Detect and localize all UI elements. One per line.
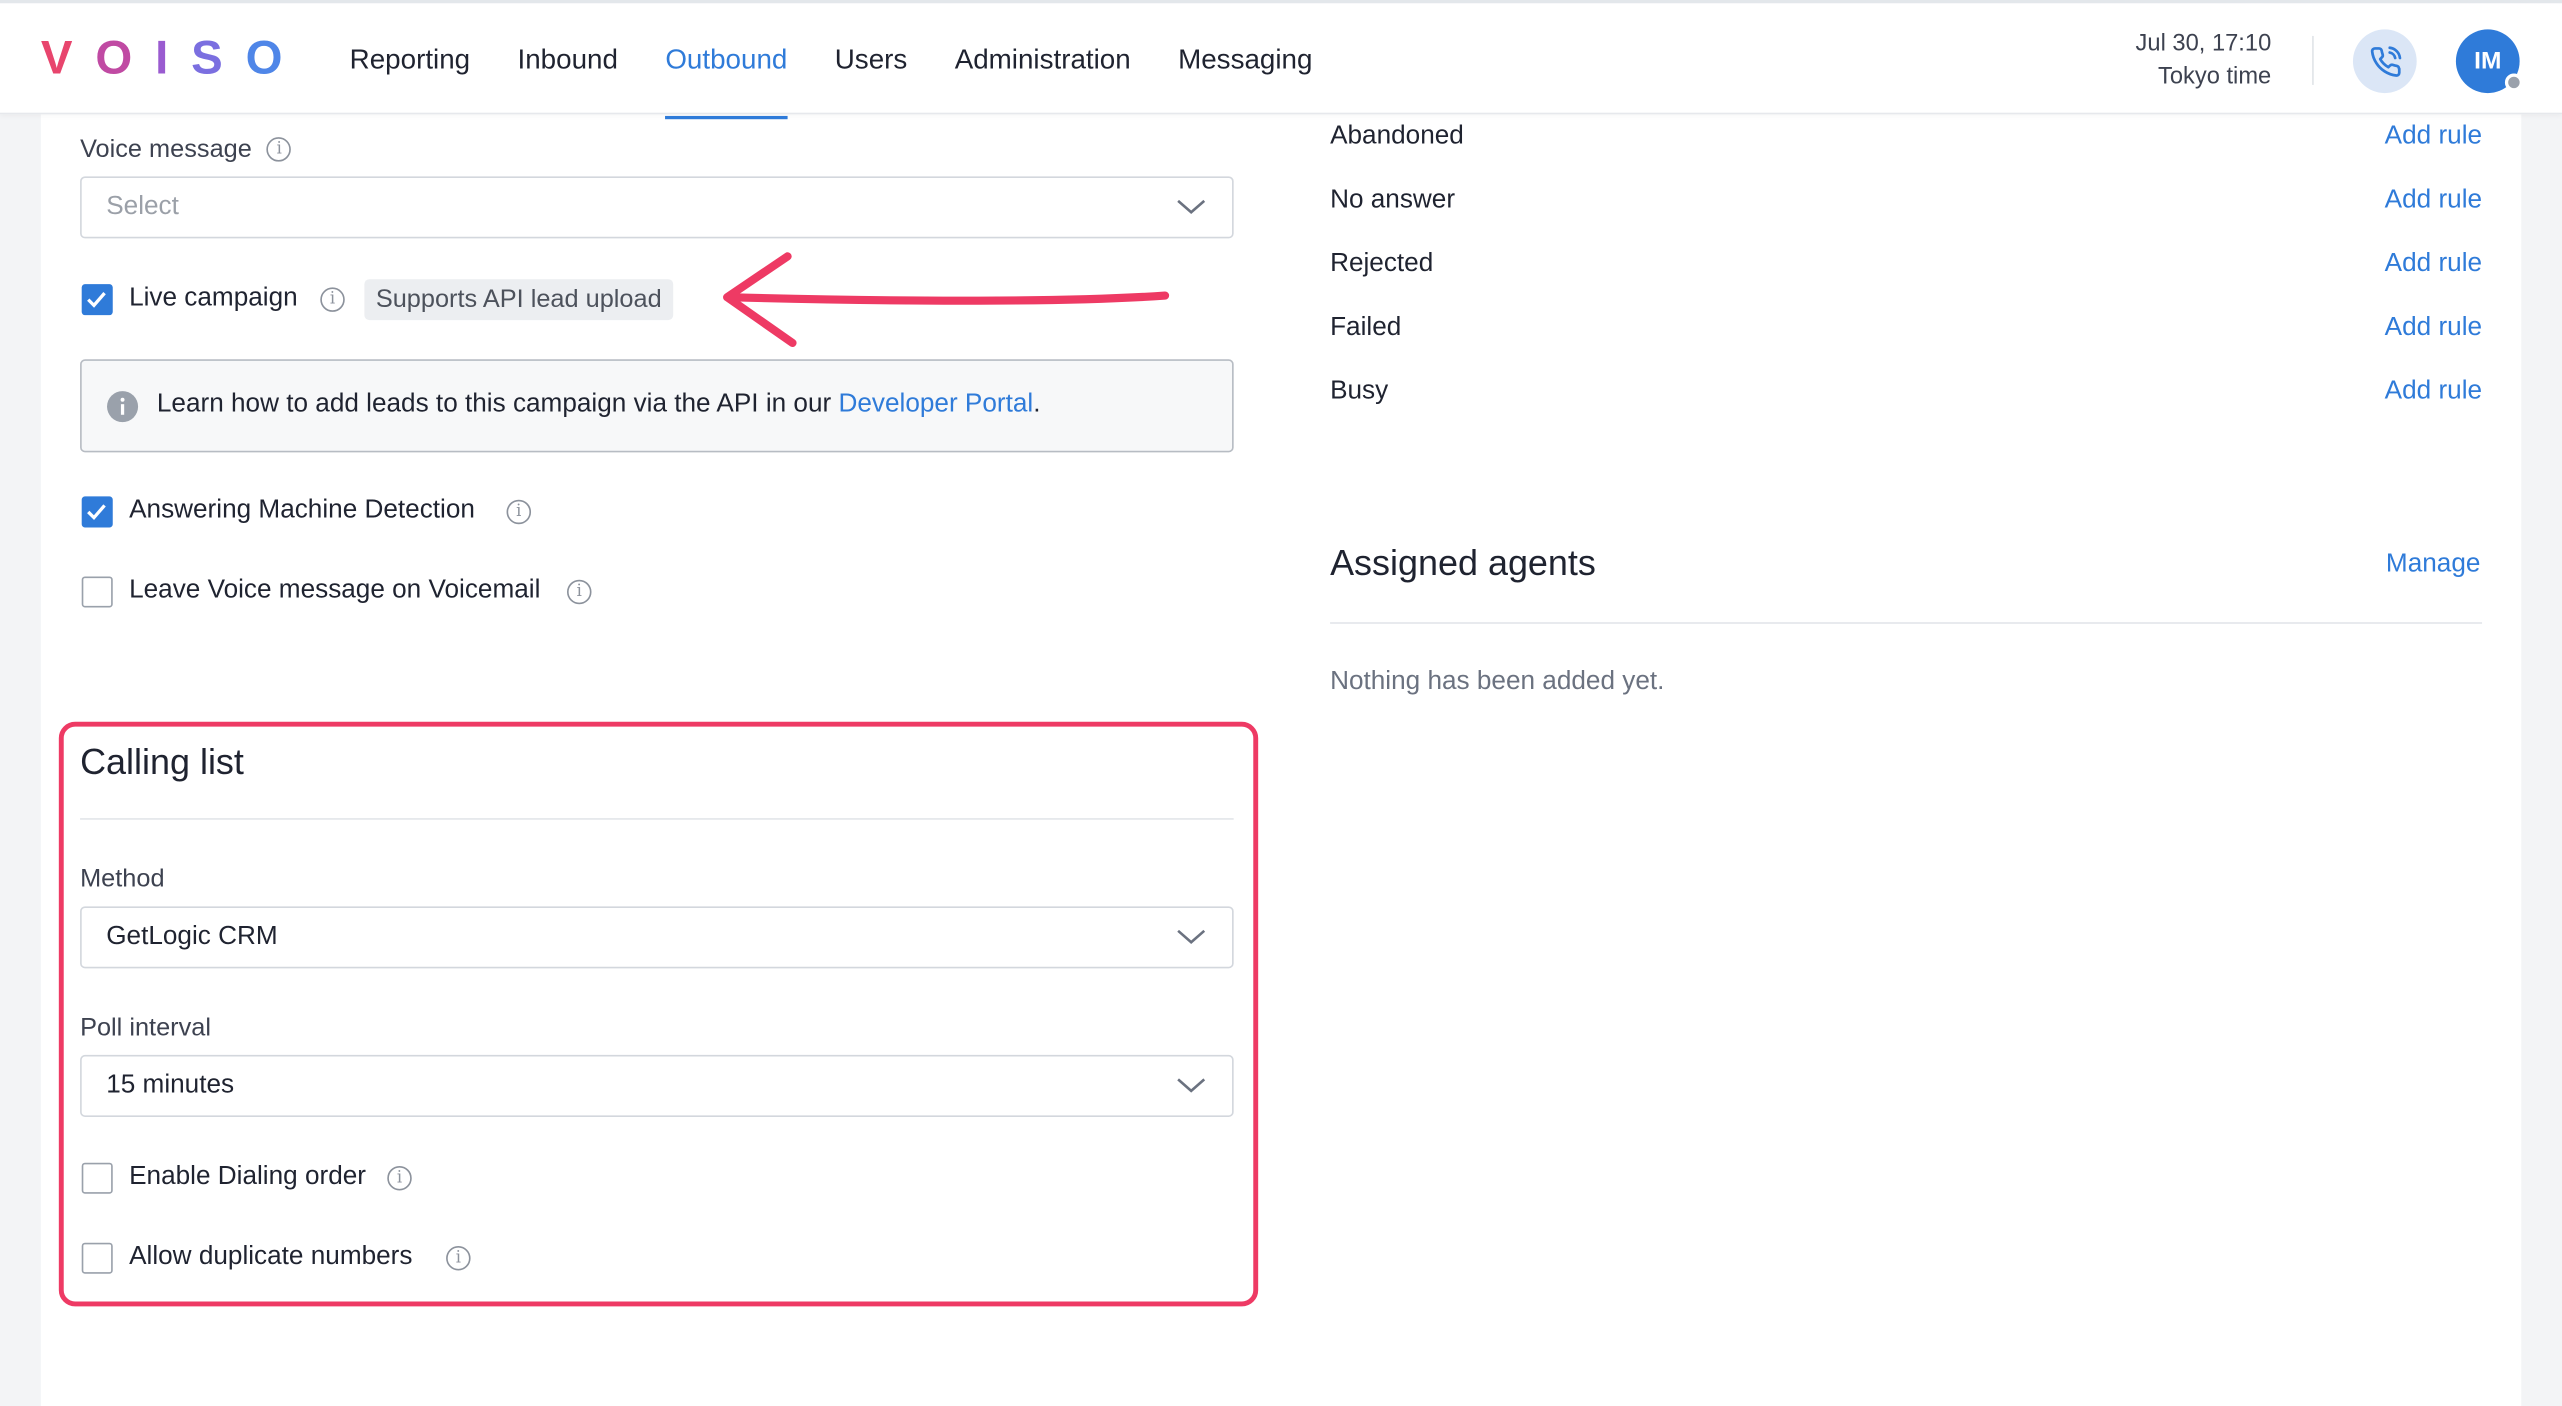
api-info-text-before: Learn how to add leads to this campaign … — [156, 390, 839, 419]
voice-message-placeholder: Select — [106, 192, 179, 221]
logo-letter: O — [95, 32, 156, 85]
checkmark-icon — [87, 292, 106, 308]
add-rule-link[interactable]: Add rule — [2385, 377, 2482, 406]
info-icon[interactable]: i — [387, 1165, 412, 1191]
agents-empty-state: Nothing has been added yet. — [1330, 667, 1665, 696]
duplicate-numbers-label[interactable]: Allow duplicate numbers — [129, 1243, 412, 1272]
assigned-agents-title: Assigned agents — [1330, 542, 1596, 583]
rule-label: No answer — [1330, 186, 1456, 214]
dialing-order-label[interactable]: Enable Dialing order — [129, 1163, 366, 1192]
rule-row-abandoned: Abandoned Add rule — [1330, 122, 2482, 151]
live-campaign-label[interactable]: Live campaign — [129, 284, 298, 313]
info-icon[interactable]: i — [446, 1245, 471, 1271]
method-value: GetLogic CRM — [106, 922, 278, 951]
poll-interval-label: Poll interval — [80, 1014, 211, 1042]
logo-letter: O — [245, 32, 306, 85]
top-navigation-bar: V O I S O Reporting Inbound Outbound Use… — [0, 0, 2562, 120]
nav-users[interactable]: Users — [835, 3, 908, 117]
rule-row-busy: Busy Add rule — [1330, 377, 2482, 406]
api-info-text: Learn how to add leads to this campaign … — [157, 390, 1041, 419]
nav-messaging[interactable]: Messaging — [1178, 3, 1312, 117]
api-info-text-after: . — [1033, 390, 1041, 419]
method-label: Method — [80, 865, 165, 894]
section-divider — [1330, 622, 2483, 624]
amd-checkbox[interactable] — [81, 496, 113, 528]
info-circle-icon — [107, 391, 139, 423]
rule-label: Rejected — [1330, 249, 1434, 278]
rule-label: Busy — [1330, 377, 1389, 405]
leave-voicemail-checkbox[interactable] — [81, 576, 113, 608]
calling-list-title: Calling list — [80, 741, 244, 783]
clock-timezone: Tokyo time — [2158, 63, 2272, 90]
info-icon[interactable]: i — [320, 287, 345, 312]
amd-label[interactable]: Answering Machine Detection — [129, 496, 475, 525]
duplicate-numbers-checkbox[interactable] — [81, 1242, 113, 1274]
main-nav: Reporting Inbound Outbound Users Adminis… — [350, 3, 1360, 120]
logo-letter: V — [40, 32, 96, 85]
manage-agents-link[interactable]: Manage — [2386, 550, 2480, 579]
avatar-initials: IM — [2474, 47, 2502, 76]
dialing-order-checkbox[interactable] — [81, 1162, 113, 1194]
api-lead-upload-tag: Supports API lead upload — [364, 279, 674, 321]
header-divider — [2312, 35, 2314, 85]
app-window: V O I S O Reporting Inbound Outbound Use… — [0, 0, 2562, 1406]
method-select[interactable]: GetLogic CRM — [80, 906, 1234, 969]
info-icon[interactable]: i — [566, 579, 592, 605]
voice-message-label: Voice message — [80, 135, 252, 164]
chevron-down-icon — [1177, 199, 1206, 215]
presence-status-dot — [2504, 73, 2523, 92]
developer-portal-link[interactable]: Developer Portal — [838, 390, 1033, 418]
voiso-logo[interactable]: V O I S O — [41, 33, 306, 87]
logo-letter: S — [191, 32, 246, 85]
nav-inbound[interactable]: Inbound — [518, 3, 618, 117]
softphone-button[interactable] — [2352, 29, 2417, 94]
rule-row-no-answer: No answer Add rule — [1330, 186, 2482, 215]
rule-row-rejected: Rejected Add rule — [1330, 250, 2482, 279]
add-rule-link[interactable]: Add rule — [2385, 314, 2482, 343]
clock: Jul 30, 17:10 Tokyo time — [2136, 28, 2272, 93]
rule-row-failed: Failed Add rule — [1330, 314, 2482, 343]
api-info-banner: Learn how to add leads to this campaign … — [80, 359, 1234, 453]
voice-message-select[interactable]: Select — [80, 176, 1234, 239]
chevron-down-icon — [1177, 1078, 1206, 1093]
checkmark-icon — [87, 504, 106, 521]
campaign-settings-card: Voice message i Select Live campaign i S… — [40, 114, 2522, 1406]
chevron-down-icon — [1177, 929, 1206, 944]
info-icon[interactable]: i — [506, 499, 532, 525]
nav-reporting[interactable]: Reporting — [350, 3, 470, 117]
leave-voicemail-label[interactable]: Leave Voice message on Voicemail — [129, 576, 540, 605]
nav-administration[interactable]: Administration — [955, 3, 1131, 117]
add-rule-link[interactable]: Add rule — [2385, 122, 2482, 151]
clock-date: Jul 30, 17:10 — [2135, 31, 2272, 58]
section-divider — [80, 818, 1234, 820]
user-avatar[interactable]: IM — [2455, 29, 2523, 94]
add-rule-link[interactable]: Add rule — [2385, 250, 2482, 279]
phone-call-icon — [2369, 45, 2401, 77]
add-rule-link[interactable]: Add rule — [2385, 186, 2482, 215]
logo-letter: I — [155, 32, 192, 85]
nav-outbound[interactable]: Outbound — [665, 3, 787, 120]
rule-label: Failed — [1330, 313, 1402, 342]
live-campaign-checkbox[interactable] — [81, 284, 113, 316]
info-icon[interactable]: i — [267, 137, 292, 163]
rule-label: Abandoned — [1330, 122, 1464, 151]
poll-interval-select[interactable]: 15 minutes — [80, 1054, 1234, 1117]
voice-message-label-row: Voice message i — [80, 136, 292, 165]
poll-interval-value: 15 minutes — [106, 1071, 235, 1100]
